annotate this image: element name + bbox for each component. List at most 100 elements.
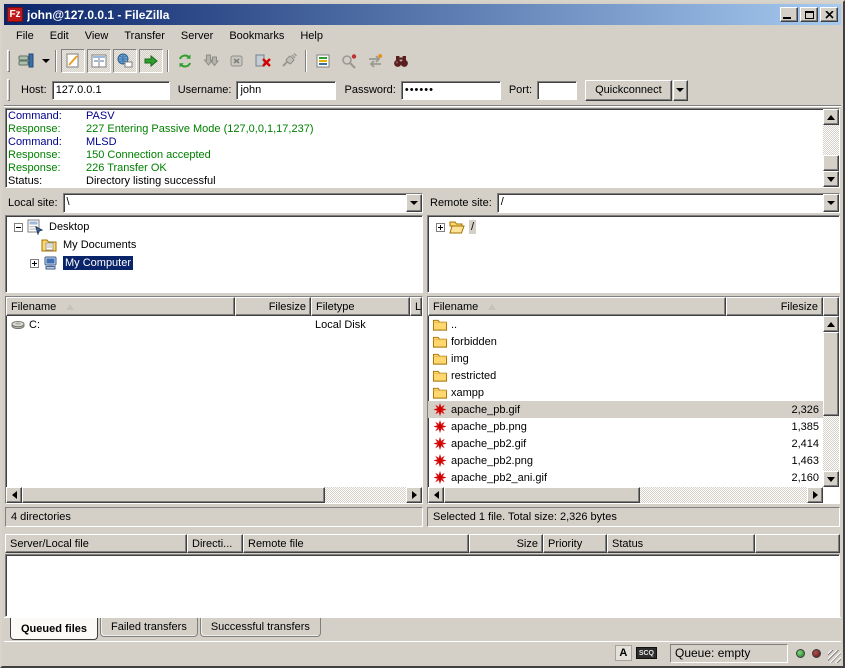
scroll-thumb[interactable] (22, 487, 325, 503)
tree-item-my-documents[interactable]: My Documents (6, 236, 422, 254)
local-treeview-toggle-button[interactable] (87, 49, 111, 73)
quickconnect-button[interactable]: Quickconnect (585, 80, 672, 101)
process-queue-button[interactable] (199, 49, 223, 73)
menu-file[interactable]: File (8, 27, 42, 45)
collapse-icon[interactable] (14, 223, 23, 232)
password-input[interactable] (401, 81, 501, 100)
log-line: Response:227 Entering Passive Mode (127,… (8, 123, 821, 136)
scroll-thumb[interactable] (444, 487, 640, 503)
scroll-right-button[interactable] (807, 487, 823, 503)
column-header-status[interactable]: Status (607, 534, 755, 553)
refresh-button[interactable] (173, 49, 197, 73)
tab-failed-transfers[interactable]: Failed transfers (100, 618, 198, 637)
toolbar-separator (55, 50, 57, 72)
quickconnect-dropdown[interactable] (673, 80, 688, 101)
remote-vscrollbar[interactable] (823, 316, 839, 487)
scroll-thumb[interactable] (823, 155, 839, 171)
column-header-priority[interactable]: Priority (543, 534, 607, 553)
scroll-left-button[interactable] (6, 487, 22, 503)
scroll-down-button[interactable] (823, 471, 839, 487)
queue-list[interactable] (5, 554, 840, 617)
remote-hscrollbar[interactable] (428, 487, 823, 503)
remote-site-dropdown[interactable] (823, 194, 839, 212)
expand-icon[interactable] (436, 223, 445, 232)
menu-bookmarks[interactable]: Bookmarks (221, 27, 292, 45)
scroll-down-button[interactable] (823, 171, 839, 187)
port-input[interactable] (537, 81, 577, 100)
menu-transfer[interactable]: Transfer (116, 27, 173, 45)
minimize-button[interactable] (780, 7, 798, 22)
tree-item-desktop[interactable]: Desktop (6, 218, 422, 236)
file-type: Local Disk (311, 316, 410, 333)
column-header-direction[interactable]: Directi... (187, 534, 243, 553)
column-header-remote-file[interactable]: Remote file (243, 534, 469, 553)
disconnect-button[interactable] (251, 49, 275, 73)
find-files-button[interactable] (389, 49, 413, 73)
message-log-toggle-button[interactable] (61, 49, 85, 73)
site-manager-dropdown[interactable] (39, 49, 52, 73)
local-site-dropdown[interactable] (406, 194, 422, 212)
speed-limit-icon[interactable]: SCQ (636, 647, 657, 659)
local-site-bar: Local site: \ (5, 192, 423, 214)
scroll-up-button[interactable] (823, 109, 839, 125)
queue-toggle-button[interactable] (139, 49, 163, 73)
column-header-filesize[interactable]: Filesize (726, 297, 823, 316)
column-header-filesize[interactable]: Filesize (235, 297, 311, 316)
remote-file-row[interactable]: apache_pb2_ani.gif 2,160 (428, 469, 823, 486)
maximize-icon (805, 11, 814, 19)
column-header-filetype[interactable]: Filetype (311, 297, 410, 316)
title-bar[interactable]: Fz john@127.0.0.1 - FileZilla (4, 4, 841, 25)
file-name: img (451, 353, 469, 365)
scroll-right-button[interactable] (406, 487, 422, 503)
close-button[interactable] (820, 7, 838, 22)
chevron-down-icon (410, 201, 418, 205)
remote-file-row[interactable]: apache_pb2.gif 2,414 (428, 435, 823, 452)
tab-successful-transfers[interactable]: Successful transfers (200, 618, 321, 637)
remote-file-row-selected[interactable]: apache_pb.gif 2,326 (428, 401, 823, 418)
maximize-button[interactable] (800, 7, 818, 22)
remote-file-row[interactable]: xampp (428, 384, 823, 401)
host-input[interactable] (52, 81, 170, 100)
tree-item-my-computer[interactable]: My Computer (6, 254, 422, 272)
menu-view[interactable]: View (77, 27, 117, 45)
remote-file-row[interactable]: apache_pb.png 1,385 (428, 418, 823, 435)
menu-edit[interactable]: Edit (42, 27, 77, 45)
local-site-combo[interactable]: \ (63, 193, 423, 213)
menu-help[interactable]: Help (292, 27, 331, 45)
remote-file-row[interactable]: apache_pb2.png 1,463 (428, 452, 823, 469)
cancel-button[interactable] (225, 49, 249, 73)
reconnect-button[interactable] (277, 49, 301, 73)
column-header-filename[interactable]: Filename (428, 297, 726, 316)
expand-icon[interactable] (30, 259, 39, 268)
remote-file-row[interactable]: restricted (428, 367, 823, 384)
column-header-size[interactable]: Size (469, 534, 543, 553)
transfer-type-icon[interactable]: A (615, 645, 632, 661)
resize-grip[interactable] (828, 650, 841, 663)
remote-file-row[interactable]: forbidden (428, 333, 823, 350)
scroll-up-button[interactable] (823, 316, 839, 332)
log-scrollbar[interactable] (823, 109, 839, 187)
local-file-row[interactable]: C: Local Disk (6, 316, 422, 333)
quickconnect-bar: Host: Username: Password: Port: Quickcon… (4, 76, 841, 104)
quickconnect-grip[interactable] (7, 79, 10, 101)
synchronized-browsing-button[interactable] (363, 49, 387, 73)
directory-comparison-button[interactable] (337, 49, 361, 73)
scroll-left-button[interactable] (428, 487, 444, 503)
menu-bar: File Edit View Transfer Server Bookmarks… (4, 25, 841, 46)
tab-queued-files[interactable]: Queued files (10, 618, 98, 640)
remote-site-combo[interactable]: / (497, 193, 840, 213)
remote-file-row[interactable]: .. (428, 316, 823, 333)
remote-treeview-toggle-button[interactable] (113, 49, 137, 73)
remote-file-row[interactable]: img (428, 350, 823, 367)
filter-button[interactable] (311, 49, 335, 73)
column-header-filename[interactable]: Filename (6, 297, 235, 316)
menu-server[interactable]: Server (173, 27, 221, 45)
toolbar-grip[interactable] (7, 50, 10, 72)
tree-item-root[interactable]: / (428, 218, 839, 236)
column-header-server-local-file[interactable]: Server/Local file (5, 534, 187, 553)
local-hscrollbar[interactable] (6, 487, 422, 503)
username-input[interactable] (236, 81, 336, 100)
site-manager-button[interactable] (14, 49, 38, 73)
column-header-last-modified[interactable]: L (410, 297, 422, 316)
scroll-thumb[interactable] (823, 332, 839, 416)
